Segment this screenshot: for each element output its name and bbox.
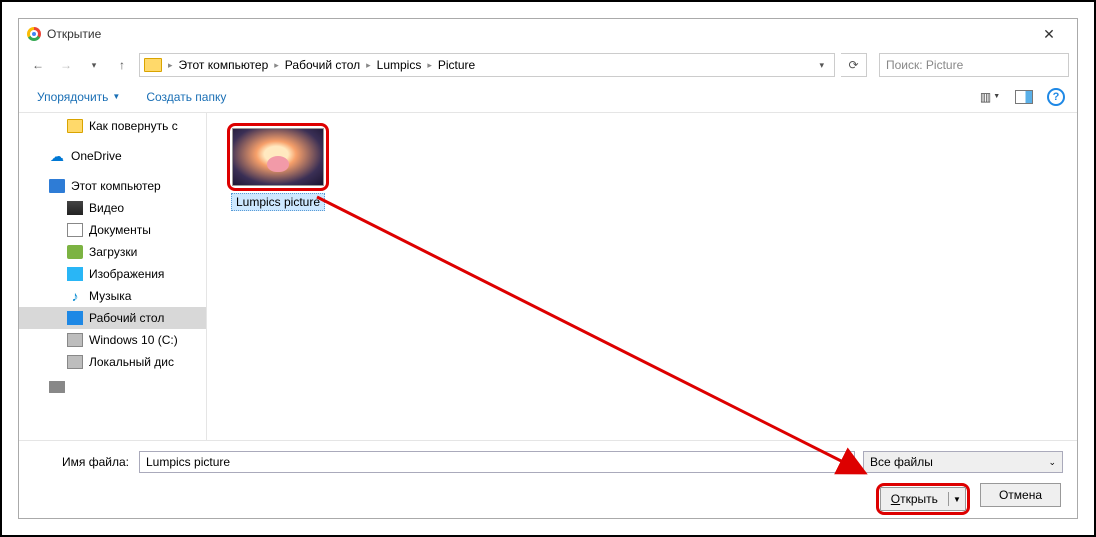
pc-icon	[49, 179, 65, 193]
close-button[interactable]: ✕	[1029, 26, 1069, 43]
sidebar-item-label: Локальный дис	[89, 355, 174, 369]
sidebar-item-desktop[interactable]: Рабочий стол	[19, 307, 206, 329]
navbar: ← → ▾ ↑ ▸ Этот компьютер ▸ Рабочий стол …	[19, 49, 1077, 81]
music-icon: ♪	[67, 289, 83, 303]
file-open-dialog: Открытие ✕ ← → ▾ ↑ ▸ Этот компьютер ▸ Ра…	[18, 18, 1078, 519]
filter-label: Все файлы	[870, 455, 933, 469]
chevron-down-icon[interactable]: ▾	[813, 60, 830, 71]
button-row: Открыть ▼ Отмена	[139, 483, 1063, 515]
dialog-footer: Имя файла: Все файлы ⌄ Открыть ▼ Отмена	[19, 440, 1077, 518]
sidebar-item-this-pc[interactable]: Этот компьютер	[19, 175, 206, 197]
chevron-down-icon: ⌄	[1048, 457, 1056, 468]
sidebar-item-label: Загрузки	[89, 245, 137, 259]
network-icon	[49, 381, 65, 393]
chrome-icon	[27, 27, 41, 41]
toolbar: Упорядочить ▼ Создать папку ▥ ▼ ?	[19, 81, 1077, 113]
drive-icon	[67, 333, 83, 347]
chevron-right-icon: ▸	[427, 60, 432, 71]
file-label: Lumpics picture	[231, 193, 325, 211]
file-item[interactable]: Lumpics picture	[227, 123, 329, 211]
sidebar-item-documents[interactable]: Документы	[19, 219, 206, 241]
window-title: Открытие	[47, 27, 1029, 41]
search-placeholder: Поиск: Picture	[886, 58, 963, 72]
sidebar-item-downloads[interactable]: Загрузки	[19, 241, 206, 263]
sidebar-item-music[interactable]: ♪ Музыка	[19, 285, 206, 307]
chevron-down-icon: ▼	[112, 92, 120, 101]
sidebar-item-network[interactable]	[19, 381, 206, 393]
chevron-down-icon[interactable]: ▼	[949, 495, 965, 504]
chevron-right-icon: ▸	[366, 60, 371, 71]
sidebar-item-pictures[interactable]: Изображения	[19, 263, 206, 285]
view-mode-button[interactable]: ▥ ▼	[979, 88, 1001, 106]
preview-pane-button[interactable]	[1015, 90, 1033, 104]
sidebar: Как повернуть с ☁ OneDrive Этот компьютер…	[19, 113, 207, 440]
file-thumbnail	[232, 128, 324, 186]
up-button[interactable]: ↑	[111, 54, 133, 76]
sidebar-item-label: Windows 10 (C:)	[89, 333, 178, 347]
open-button[interactable]: Открыть ▼	[880, 487, 966, 511]
sidebar-item-label: OneDrive	[71, 149, 122, 163]
document-icon	[67, 223, 83, 237]
back-button[interactable]: ←	[27, 54, 49, 76]
breadcrumb-item[interactable]: Рабочий стол	[281, 58, 364, 72]
breadcrumb-item[interactable]: Lumpics	[373, 58, 426, 72]
organize-label: Упорядочить	[37, 90, 108, 104]
sidebar-item-label: Изображения	[89, 267, 164, 281]
breadcrumb[interactable]: ▸ Этот компьютер ▸ Рабочий стол ▸ Lumpic…	[139, 53, 835, 77]
folder-icon	[144, 58, 162, 72]
organize-button[interactable]: Упорядочить ▼	[31, 86, 126, 108]
pictures-icon	[67, 267, 83, 281]
folder-icon	[67, 119, 83, 133]
file-type-filter[interactable]: Все файлы ⌄	[863, 451, 1063, 473]
new-folder-button[interactable]: Создать папку	[140, 86, 232, 108]
annotation-highlight	[227, 123, 329, 191]
download-icon	[67, 245, 83, 259]
onedrive-icon: ☁	[49, 149, 65, 163]
file-list[interactable]: Lumpics picture	[207, 113, 1077, 440]
titlebar: Открытие ✕	[19, 19, 1077, 49]
annotation-highlight: Открыть ▼	[876, 483, 970, 515]
filename-label: Имя файла:	[19, 455, 137, 469]
help-button[interactable]: ?	[1047, 88, 1065, 106]
refresh-button[interactable]: ⟳	[841, 53, 867, 77]
forward-button[interactable]: →	[55, 54, 77, 76]
sidebar-item-label: Документы	[89, 223, 151, 237]
sidebar-item-local-disk[interactable]: Локальный дис	[19, 351, 206, 373]
drive-icon	[67, 355, 83, 369]
video-icon	[67, 201, 83, 215]
breadcrumb-item[interactable]: Этот компьютер	[175, 58, 273, 72]
sidebar-item-label: Как повернуть с	[89, 119, 178, 133]
filename-row: Имя файла: Все файлы ⌄	[139, 451, 1063, 473]
sidebar-item-label: Этот компьютер	[71, 179, 161, 193]
open-button-label: Открыть	[881, 492, 949, 506]
recent-dropdown[interactable]: ▾	[83, 54, 105, 76]
chevron-right-icon: ▸	[168, 60, 173, 71]
breadcrumb-item[interactable]: Picture	[434, 58, 479, 72]
cancel-button[interactable]: Отмена	[980, 483, 1061, 507]
sidebar-item-drive-c[interactable]: Windows 10 (C:)	[19, 329, 206, 351]
sidebar-item-label: Рабочий стол	[89, 311, 164, 325]
sidebar-item-videos[interactable]: Видео	[19, 197, 206, 219]
filename-input[interactable]	[139, 451, 855, 473]
desktop-icon	[67, 311, 83, 325]
chevron-right-icon: ▸	[274, 60, 279, 71]
sidebar-item-folder[interactable]: Как повернуть с	[19, 115, 206, 137]
sidebar-item-label: Музыка	[89, 289, 131, 303]
dialog-body: Как повернуть с ☁ OneDrive Этот компьютер…	[19, 113, 1077, 440]
sidebar-item-label: Видео	[89, 201, 124, 215]
sidebar-item-onedrive[interactable]: ☁ OneDrive	[19, 145, 206, 167]
search-input[interactable]: Поиск: Picture	[879, 53, 1069, 77]
